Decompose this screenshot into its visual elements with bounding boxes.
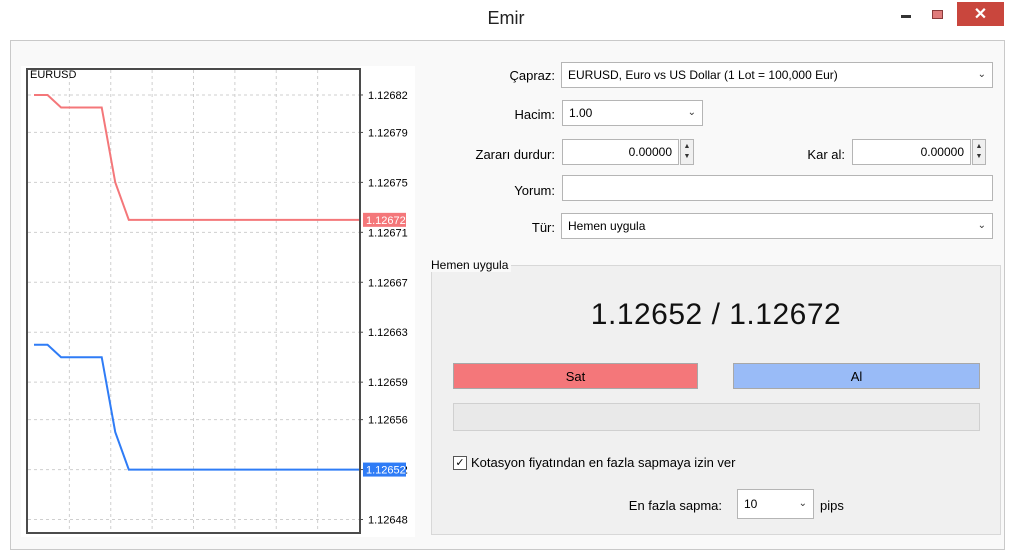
spin-up-icon: ▲	[683, 143, 691, 150]
takeprofit-value: 0.00000	[920, 145, 964, 159]
buy-button[interactable]: Al	[733, 363, 980, 389]
takeprofit-input[interactable]: 0.00000	[852, 139, 971, 165]
deviation-checkbox[interactable]: ✓	[453, 456, 467, 470]
max-deviation-value: 10	[744, 497, 758, 511]
execution-group-title: Hemen uygula	[428, 258, 512, 272]
takeprofit-spinner[interactable]: ▲ ▼	[972, 139, 986, 165]
volume-value: 1.00	[569, 106, 593, 120]
symbol-value: EURUSD, Euro vs US Dollar (1 Lot = 100,0…	[568, 68, 838, 82]
chevron-down-icon: ⌄	[977, 68, 986, 80]
y-tick-label: 1.12648	[368, 515, 408, 527]
max-deviation-label: En fazla sapma:	[628, 498, 722, 513]
takeprofit-label: Kar al:	[807, 147, 845, 162]
y-tick-label: 1.12663	[368, 327, 408, 339]
volume-select[interactable]: 1.00 ⌄	[562, 100, 703, 126]
volume-label: Hacim:	[514, 107, 555, 122]
order-type-value: Hemen uygula	[568, 219, 646, 233]
y-tick-label: 1.12659	[368, 377, 408, 389]
y-tick-label: 1.12656	[368, 415, 408, 427]
bid-price-line	[34, 343, 359, 471]
type-label: Tür:	[531, 220, 555, 235]
spin-down-icon: ▼	[683, 153, 691, 160]
chevron-down-icon: ⌄	[798, 497, 807, 509]
comment-input[interactable]	[562, 175, 993, 201]
stoploss-input[interactable]: 0.00000	[562, 139, 679, 165]
chevron-down-icon: ⌄	[687, 106, 696, 118]
bid-ask-prices: 1.12652 / 1.12672	[590, 298, 842, 331]
ask-price-marker-label: 1.12672	[366, 215, 406, 227]
sell-button-label: Sat	[565, 368, 586, 384]
y-tick-label: 1.12679	[368, 127, 408, 139]
order-type-select[interactable]: Hemen uygula ⌄	[561, 213, 993, 239]
bid-price-marker-label: 1.12652	[366, 465, 406, 477]
max-deviation-select[interactable]: 10 ⌄	[737, 489, 814, 519]
ask-price-line	[34, 93, 359, 221]
spin-down-icon: ▼	[975, 153, 983, 160]
comment-label: Yorum:	[514, 183, 555, 198]
y-tick-label: 1.12671	[368, 227, 408, 239]
stoploss-label: Zararı durdur:	[475, 147, 555, 162]
spin-up-icon: ▲	[975, 143, 983, 150]
buy-button-label: Al	[850, 368, 863, 384]
checkmark-icon: ✓	[455, 457, 465, 469]
y-tick-label: 1.12675	[368, 177, 408, 189]
deviation-checkbox-label: Kotasyon fiyatından en fazla sapmaya izi…	[471, 455, 736, 470]
sell-button[interactable]: Sat	[453, 363, 698, 389]
symbol-select[interactable]: EURUSD, Euro vs US Dollar (1 Lot = 100,0…	[561, 62, 993, 88]
symbol-label: Çapraz:	[509, 68, 555, 83]
y-tick-label: 1.12667	[368, 277, 408, 289]
execution-progress-bar	[453, 403, 980, 431]
chevron-down-icon: ⌄	[977, 219, 986, 231]
stoploss-value: 0.00000	[628, 145, 672, 159]
y-tick-label: 1.12682	[368, 90, 408, 102]
deviation-unit: pips	[820, 498, 844, 513]
stoploss-spinner[interactable]: ▲ ▼	[680, 139, 694, 165]
